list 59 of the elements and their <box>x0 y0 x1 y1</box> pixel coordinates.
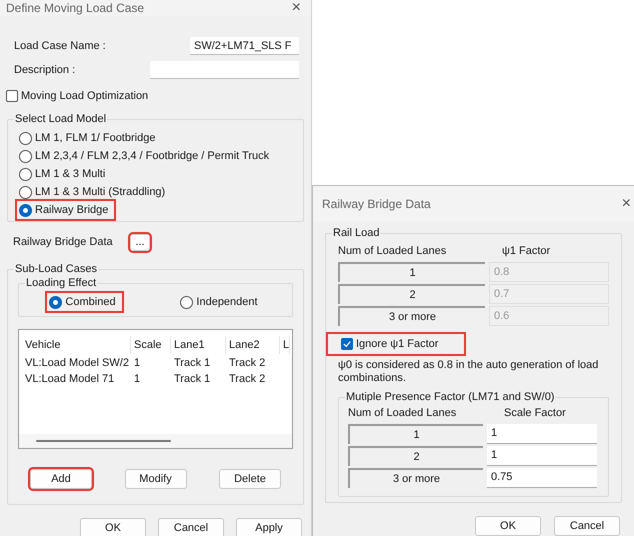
dialog-button[interactable]: Modify <box>124 469 186 489</box>
dialog-button[interactable]: OK <box>80 518 146 536</box>
window-title: Define Moving Load Case <box>6 0 144 17</box>
dialog-button[interactable]: Cancel <box>158 518 224 536</box>
radio-option[interactable]: LM 1 & 3 Multi <box>17 165 112 183</box>
table-cell-text: VL:Load Model SW/2 <box>25 356 130 371</box>
radio-option[interactable]: LM 2,3,4 / FLM 2,3,4 / Footbridge / Permit Truck <box>17 147 276 165</box>
field-label: Description : <box>14 62 76 78</box>
column-header[interactable]: L <box>280 336 290 354</box>
window-title: Railway Bridge Data <box>322 196 431 213</box>
column-header[interactable]: Lane2 <box>226 336 280 354</box>
column-header[interactable]: Scale <box>131 336 171 354</box>
text-field[interactable]: SW/2+LM71_SLS F <box>190 37 299 55</box>
column-header[interactable]: Vehicle <box>25 336 131 354</box>
row-header: 1 <box>338 262 485 282</box>
radio-option[interactable]: Railway Bridge <box>17 201 114 219</box>
checkbox-option[interactable]: Moving Load Optimization <box>6 87 148 105</box>
table-cell-text: Track 1 <box>173 372 212 387</box>
factor-field[interactable]: 1 <box>487 424 597 444</box>
dialog-button[interactable]: OK <box>475 516 541 536</box>
table-cell-text: Track 2 <box>228 356 266 371</box>
row-header: 3 or more <box>338 306 485 326</box>
group-title: Mutiple Presence Factor (LM71 and SW/0) <box>345 389 556 405</box>
factor-field[interactable]: 1 <box>487 446 597 466</box>
dialog-button[interactable]: Delete <box>219 469 281 489</box>
column-header[interactable]: Lane1 <box>171 336 226 354</box>
column-header: ψ1 Factor <box>501 244 550 259</box>
close-button[interactable]: × <box>622 192 631 216</box>
field-label: Railway Bridge Data <box>13 234 114 250</box>
factor-field[interactable]: 0.75 <box>487 468 597 488</box>
dialog-button[interactable]: Cancel <box>554 516 620 536</box>
row-header: 3 or more <box>348 468 483 488</box>
group-title: Loading Effect <box>25 275 98 291</box>
radio-option[interactable]: LM 1 & 3 Multi (Straddling) <box>17 183 172 201</box>
note-text: ψ0 is considered as 0.8 in the auto generation of load combinations. <box>338 359 600 385</box>
radio-option[interactable]: Independent <box>178 293 264 311</box>
column-header: Scale Factor <box>503 406 566 421</box>
table-cell-text: VL:Load Model 71 <box>25 372 116 387</box>
browse-button[interactable]: ... <box>130 234 150 250</box>
field-label: Load Case Name : <box>14 38 106 54</box>
column-header: Num of Loaded Lanes <box>338 244 448 259</box>
text-field[interactable] <box>150 61 299 79</box>
dialog-button[interactable]: Apply <box>236 518 302 536</box>
scrollbar[interactable] <box>19 434 292 448</box>
table-cell-text: 1 <box>133 356 142 371</box>
table-cell-text: Track 1 <box>173 356 212 371</box>
close-button[interactable]: × <box>292 0 301 16</box>
table-cell-text: Track 2 <box>228 372 266 387</box>
row-header: 2 <box>348 446 483 466</box>
checkbox[interactable] <box>6 90 18 102</box>
table-cell-text: 1 <box>133 372 142 387</box>
radio-option[interactable]: LM 1, FLM 1/ Footbridge <box>17 129 162 147</box>
row-header: 1 <box>348 424 483 444</box>
checkbox[interactable] <box>341 338 353 350</box>
column-header: Num of Loaded Lanes <box>348 406 458 421</box>
row-header: 2 <box>338 284 485 304</box>
radio-option[interactable]: Combined <box>47 293 122 311</box>
checkbox-option[interactable]: Ignore ψ1 Factor <box>328 334 464 354</box>
dialog-button[interactable]: Add <box>30 469 92 489</box>
